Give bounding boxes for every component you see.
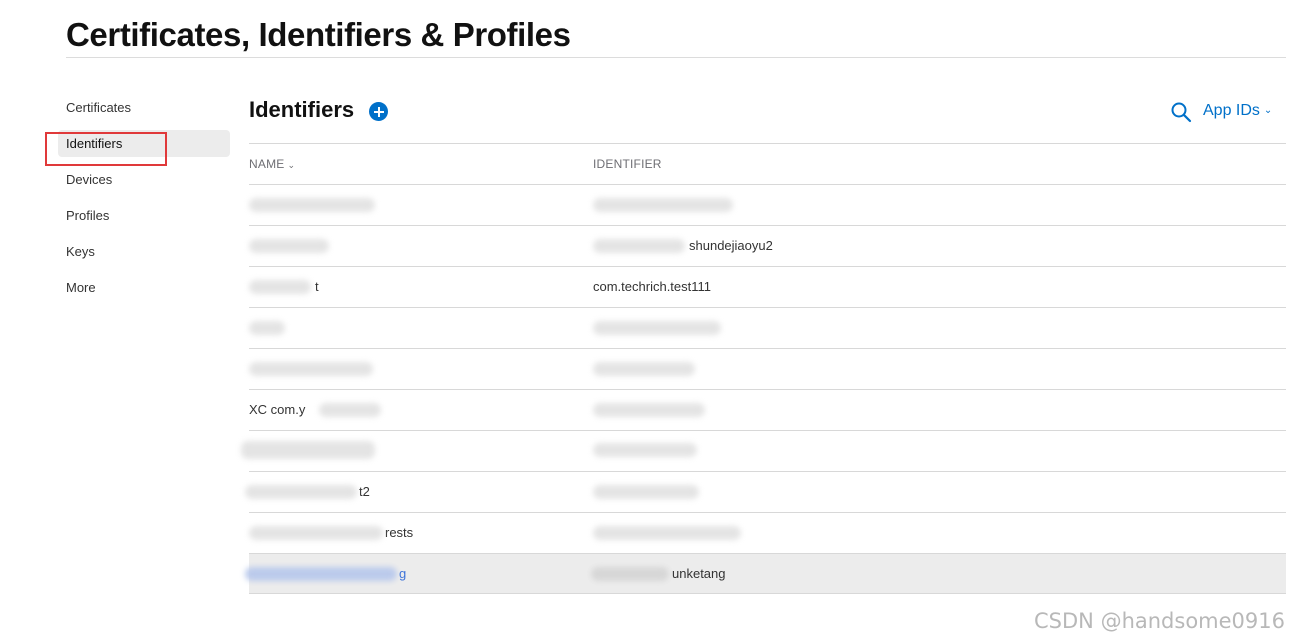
header-divider (66, 57, 1286, 58)
redaction-blur (241, 441, 375, 459)
table-row-selected[interactable]: g unketang (245, 553, 1286, 594)
redaction-blur (249, 280, 311, 294)
sidebar-item-keys[interactable]: Keys (58, 238, 230, 265)
sidebar-item-identifiers[interactable]: Identifiers (58, 130, 230, 157)
redaction-blur (591, 567, 669, 581)
redaction-blur (245, 567, 397, 581)
filter-label: App IDs (1203, 102, 1260, 119)
table-row[interactable]: t com.techrich.test111 (249, 266, 1286, 307)
redaction-blur (593, 362, 695, 376)
table-row[interactable] (249, 184, 1286, 225)
redaction-blur (245, 485, 357, 499)
row-name: t (315, 279, 319, 294)
section-title: Identifiers (249, 97, 355, 122)
redaction-blur (319, 403, 381, 417)
app-ids-filter-dropdown[interactable]: App IDs ⌄ (1203, 101, 1272, 121)
row-name: XC com.y (249, 402, 306, 417)
redaction-blur (593, 239, 685, 253)
row-name: g (399, 566, 407, 581)
row-identifier: shundejiaoyu2 (689, 238, 773, 253)
table-row[interactable] (241, 430, 1286, 471)
column-header-identifier: IDENTIFIER (593, 157, 662, 171)
watermark: CSDN @handsome0916 (1034, 609, 1285, 633)
sidebar-item-more[interactable]: More (58, 274, 230, 301)
redaction-blur (249, 321, 285, 335)
sidebar: Certificates Identifiers Devices Profile… (58, 94, 230, 310)
identifiers-table: NAME ⌄ IDENTIFIER shundejiaoyu2 t com.tec… (241, 143, 1286, 594)
chevron-down-icon: ⌄ (287, 160, 296, 170)
sidebar-item-certificates[interactable]: Certificates (58, 94, 230, 121)
table-row[interactable]: t2 (245, 471, 1286, 512)
chevron-down-icon: ⌄ (1263, 105, 1273, 116)
column-header-name[interactable]: NAME ⌄ (249, 144, 295, 185)
redaction-blur (593, 198, 733, 212)
redaction-blur (249, 362, 373, 376)
add-identifier-button[interactable] (369, 102, 388, 121)
table-row[interactable] (249, 307, 1286, 348)
table-row[interactable] (249, 348, 1286, 389)
redaction-blur (249, 239, 329, 253)
redaction-blur (593, 526, 741, 540)
redaction-blur (249, 526, 383, 540)
redaction-blur (593, 485, 699, 499)
row-identifier: com.techrich.test111 (593, 279, 712, 294)
row-name: t2 (359, 484, 370, 499)
redaction-blur (593, 443, 697, 457)
redaction-blur (593, 403, 705, 417)
table-row[interactable]: XC com.y (249, 389, 1286, 430)
table-row[interactable]: shundejiaoyu2 (249, 225, 1286, 266)
redaction-blur (593, 321, 721, 335)
sidebar-item-profiles[interactable]: Profiles (58, 202, 230, 229)
redaction-blur (249, 198, 375, 212)
row-name: rests (385, 525, 414, 540)
table-header: NAME ⌄ IDENTIFIER (249, 143, 1286, 184)
page-title: Certificates, Identifiers & Profiles (66, 16, 571, 53)
search-icon[interactable] (1170, 101, 1192, 123)
table-row[interactable]: rests (249, 512, 1286, 553)
row-identifier: unketang (672, 566, 726, 581)
sidebar-item-devices[interactable]: Devices (58, 166, 230, 193)
